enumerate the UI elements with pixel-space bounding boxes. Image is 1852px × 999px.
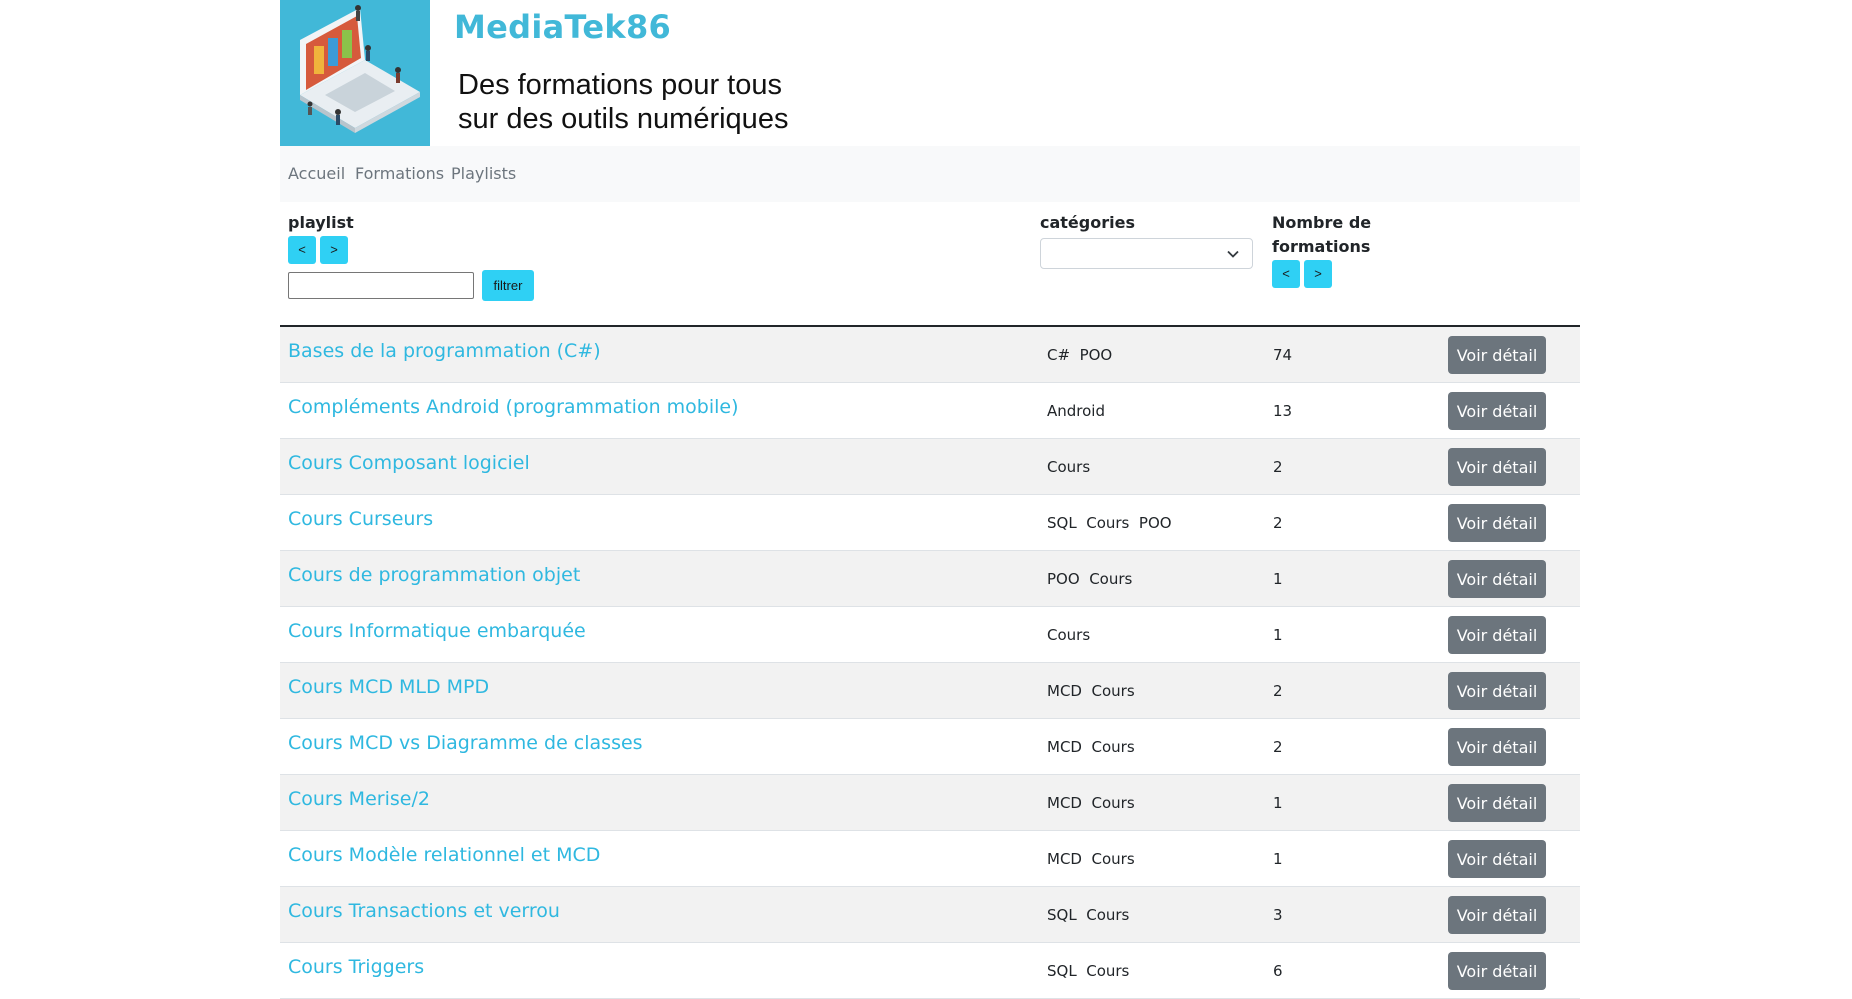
table-row: Cours Transactions et verrou SQL Cours 3 Vo… <box>280 887 1580 943</box>
voir-detail-button[interactable]: Voir détail <box>1448 616 1546 654</box>
count-column-label: Nombre de formations <box>1272 211 1371 259</box>
filter-button[interactable]: filtrer <box>482 270 534 301</box>
playlist-name-link[interactable]: Cours Modèle relationnel et MCD <box>288 844 600 866</box>
playlist-categories: MCD Cours <box>1047 794 1135 812</box>
site-header: MediaTek86 Des formations pour tous sur … <box>280 0 1580 146</box>
playlist-name-link[interactable]: Cours MCD vs Diagramme de classes <box>288 732 643 754</box>
playlist-name-link[interactable]: Cours Composant logiciel <box>288 452 530 474</box>
playlist-categories: Cours <box>1047 626 1091 644</box>
playlist-categories: SQL Cours <box>1047 906 1130 924</box>
table-row: Bases de la programmation (C#) C# POO 74 Vo… <box>280 327 1580 383</box>
voir-detail-button[interactable]: Voir détail <box>1448 896 1546 934</box>
voir-detail-button[interactable]: Voir détail <box>1448 952 1546 990</box>
playlist-formation-count: 2 <box>1273 458 1283 476</box>
table-row: Cours Composant logiciel Cours 2 Voir détai… <box>280 439 1580 495</box>
site-tagline: Des formations pour tous sur des outils … <box>458 68 788 136</box>
playlist-formation-count: 3 <box>1273 906 1283 924</box>
playlist-sort-desc-button[interactable]: > <box>320 236 348 264</box>
table-row: Cours MCD vs Diagramme de classes MCD Cou… <box>280 719 1580 775</box>
playlist-formation-count: 2 <box>1273 514 1283 532</box>
categories-column-label: catégories <box>1040 213 1135 232</box>
playlist-name-link[interactable]: Cours Merise/2 <box>288 788 430 810</box>
playlist-categories: SQL Cours POO <box>1047 514 1172 532</box>
playlist-filter-input[interactable] <box>288 272 474 299</box>
playlist-name-link[interactable]: Cours Triggers <box>288 956 424 978</box>
playlist-categories: MCD Cours <box>1047 738 1135 756</box>
site-title: MediaTek86 <box>454 8 672 46</box>
voir-detail-button[interactable]: Voir détail <box>1448 672 1546 710</box>
table-row: Cours Merise/2 MCD Cours 1 Voir détail <box>280 775 1580 831</box>
count-label-line-2: formations <box>1272 237 1371 256</box>
playlist-formation-count: 2 <box>1273 738 1283 756</box>
table-row: Cours Modèle relationnel et MCD MCD Cours… <box>280 831 1580 887</box>
playlist-formation-count: 1 <box>1273 626 1283 644</box>
playlist-formation-count: 2 <box>1273 682 1283 700</box>
playlist-name-link[interactable]: Bases de la programmation (C#) <box>288 340 601 362</box>
count-label-line-1: Nombre de <box>1272 213 1372 232</box>
playlist-name-link[interactable]: Cours Transactions et verrou <box>288 900 560 922</box>
table-row: Cours Informatique embarquée Cours 1 Voir d… <box>280 607 1580 663</box>
playlist-categories: C# POO <box>1047 346 1113 364</box>
count-sort-desc-button[interactable]: > <box>1304 260 1332 288</box>
playlist-categories: POO Cours <box>1047 570 1133 588</box>
playlist-column-label: playlist <box>288 213 354 232</box>
playlist-name-link[interactable]: Cours Informatique embarquée <box>288 620 586 642</box>
playlist-formation-count: 1 <box>1273 570 1283 588</box>
playlist-categories: Android <box>1047 402 1105 420</box>
playlist-categories: Cours <box>1047 458 1091 476</box>
voir-detail-button[interactable]: Voir détail <box>1448 448 1546 486</box>
count-sort-asc-button[interactable]: < <box>1272 260 1300 288</box>
playlist-name-link[interactable]: Cours MCD MLD MPD <box>288 676 489 698</box>
playlist-formation-count: 13 <box>1273 402 1293 420</box>
playlist-formation-count: 1 <box>1273 794 1283 812</box>
voir-detail-button[interactable]: Voir détail <box>1448 392 1546 430</box>
table-row: Cours Curseurs SQL Cours POO 2 Voir détail <box>280 495 1580 551</box>
nav-link-formations[interactable]: Formations <box>355 164 444 183</box>
playlist-name-link[interactable]: Cours de programmation objet <box>288 564 580 586</box>
playlist-categories: MCD Cours <box>1047 682 1135 700</box>
playlist-formation-count: 6 <box>1273 962 1283 980</box>
table-row: Cours Triggers SQL Cours 6 Voir détail <box>280 943 1580 999</box>
categories-select[interactable] <box>1040 238 1253 269</box>
chevron-down-icon <box>1227 250 1239 258</box>
voir-detail-button[interactable]: Voir détail <box>1448 840 1546 878</box>
site-logo <box>280 0 430 146</box>
table-row: Cours MCD MLD MPD MCD Cours 2 Voir détail <box>280 663 1580 719</box>
tagline-line-2: sur des outils numériques <box>458 103 789 135</box>
laptop-illustration-icon <box>280 0 430 146</box>
table-row: Compléments Android (programmation mobil… <box>280 383 1580 439</box>
playlist-table: Bases de la programmation (C#) C# POO 74 Vo… <box>280 325 1580 999</box>
voir-detail-button[interactable]: Voir détail <box>1448 560 1546 598</box>
main-navbar: Accueil Formations Playlists <box>280 146 1580 202</box>
nav-link-accueil[interactable]: Accueil <box>288 164 345 183</box>
playlist-formation-count: 1 <box>1273 850 1283 868</box>
playlist-sort-asc-button[interactable]: < <box>288 236 316 264</box>
page-container: MediaTek86 Des formations pour tous sur … <box>280 0 1580 999</box>
playlist-categories: SQL Cours <box>1047 962 1130 980</box>
voir-detail-button[interactable]: Voir détail <box>1448 336 1546 374</box>
playlist-name-link[interactable]: Cours Curseurs <box>288 508 433 530</box>
playlist-formation-count: 74 <box>1273 346 1293 364</box>
voir-detail-button[interactable]: Voir détail <box>1448 504 1546 542</box>
tagline-line-1: Des formations pour tous <box>458 69 782 101</box>
playlist-name-link[interactable]: Compléments Android (programmation mobil… <box>288 396 739 418</box>
voir-detail-button[interactable]: Voir détail <box>1448 728 1546 766</box>
voir-detail-button[interactable]: Voir détail <box>1448 784 1546 822</box>
nav-link-playlists[interactable]: Playlists <box>451 164 516 183</box>
playlist-categories: MCD Cours <box>1047 850 1135 868</box>
table-row: Cours de programmation objet POO Cours 1 Vo… <box>280 551 1580 607</box>
